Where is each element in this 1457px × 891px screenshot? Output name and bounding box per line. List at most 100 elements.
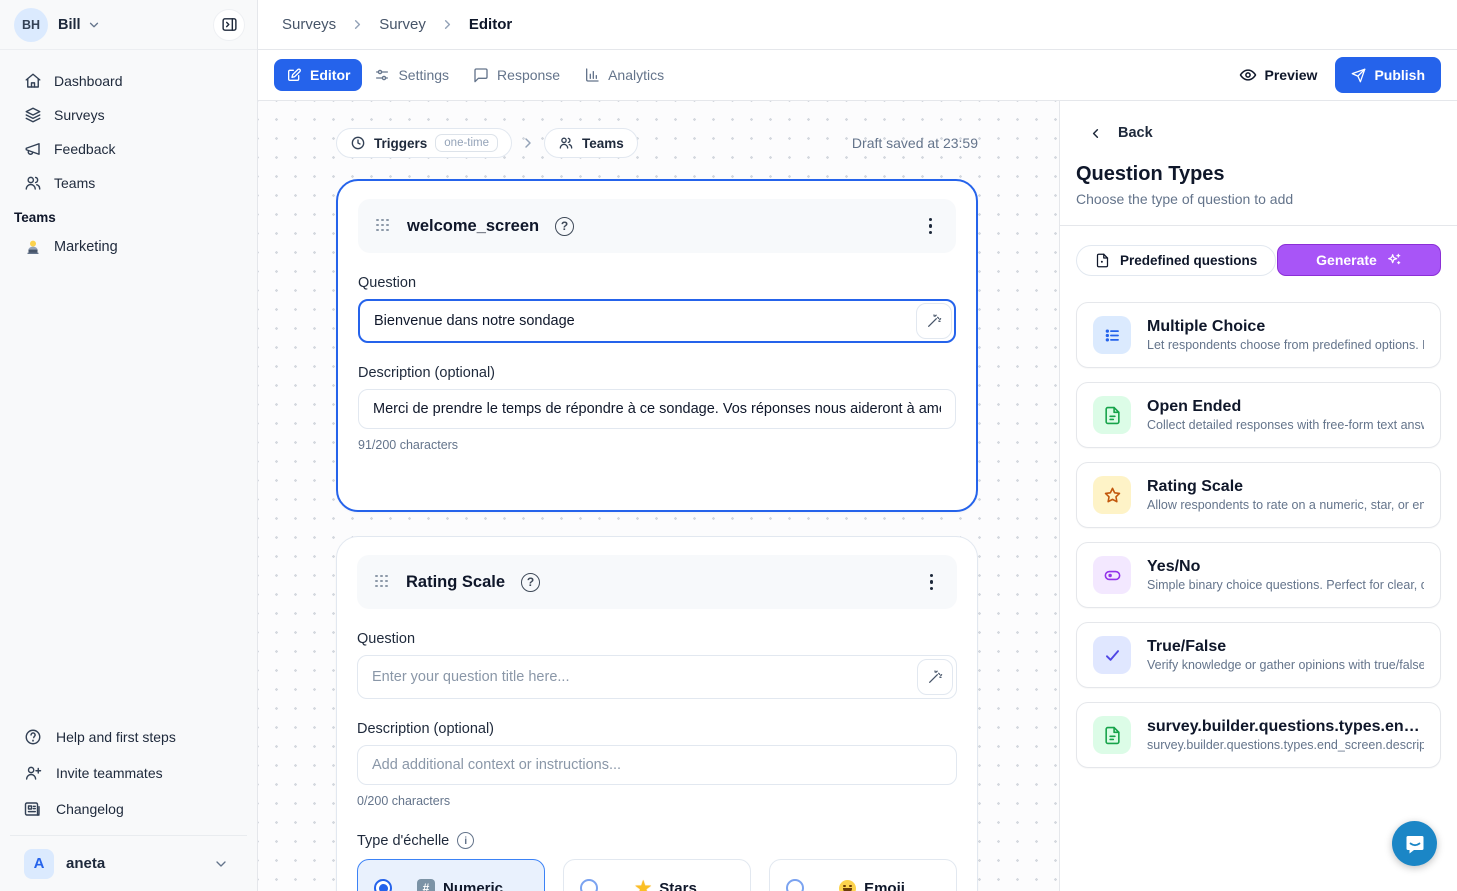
teams-chip[interactable]: Teams (544, 128, 638, 158)
tab-label: Analytics (608, 67, 664, 83)
sparkles-icon (1386, 252, 1402, 268)
technologist-emoji-icon (24, 238, 42, 256)
type-card-rating-scale[interactable]: Rating Scale Allow respondents to rate o… (1076, 462, 1441, 528)
drag-handle-icon[interactable] (375, 575, 390, 590)
help-circle-icon[interactable]: ? (555, 217, 574, 236)
question-types-panel: Back Question Types Choose the type of q… (1059, 101, 1457, 891)
sidebar-item-invite[interactable]: Invite teammates (10, 755, 247, 791)
workspace-avatar[interactable]: BH (14, 8, 48, 42)
main-area: Surveys Survey Editor Editor Settings Re… (258, 0, 1457, 891)
user-plus-icon (24, 764, 42, 782)
scale-option-label: Emoji (864, 880, 905, 891)
description-label: Description (optional) (358, 365, 956, 381)
sidebar-header: BH Bill (0, 0, 257, 50)
question-label: Question (358, 275, 956, 291)
check-icon (1093, 636, 1131, 674)
drag-handle-icon[interactable] (376, 219, 391, 234)
scale-option-emoji[interactable]: Emoji (769, 859, 957, 891)
sidebar-item-surveys[interactable]: Surveys (10, 98, 247, 132)
breadcrumb: Surveys Survey Editor (258, 0, 1457, 50)
sidebar-nav: Dashboard Surveys Feedback Teams (0, 50, 257, 200)
triggers-chip[interactable]: Triggers one-time (336, 128, 512, 158)
info-icon[interactable]: i (457, 832, 474, 849)
type-card-end-screen[interactable]: survey.builder.questions.types.end_scr..… (1076, 702, 1441, 768)
type-title: True/False (1147, 638, 1424, 656)
scale-option-label: Numeric (443, 880, 503, 891)
tab-label: Settings (398, 67, 449, 83)
sidebar-item-teams[interactable]: Teams (10, 166, 247, 200)
sidebar-item-feedback[interactable]: Feedback (10, 132, 247, 166)
panel-subtitle: Choose the type of question to add (1076, 191, 1441, 207)
breadcrumb-surveys[interactable]: Surveys (282, 16, 336, 33)
radio-unselected (580, 879, 598, 891)
magic-wand-button[interactable] (917, 659, 953, 695)
breadcrumb-survey[interactable]: Survey (379, 16, 426, 33)
type-description: Simple binary choice questions. Perfect … (1147, 578, 1424, 592)
generate-button[interactable]: Generate (1277, 244, 1441, 276)
type-title: Open Ended (1147, 398, 1424, 416)
type-card-open-ended[interactable]: Open Ended Collect detailed responses wi… (1076, 382, 1441, 448)
back-button[interactable]: Back (1076, 125, 1441, 141)
question-card-rating-scale[interactable]: Rating Scale ? Question Description (opt… (336, 536, 978, 891)
description-label: Description (optional) (357, 721, 957, 737)
description-input[interactable] (357, 745, 957, 785)
chevron-right-icon (520, 135, 536, 151)
type-card-true-false[interactable]: True/False Verify knowledge or gather op… (1076, 622, 1441, 688)
workspace-name[interactable]: Bill (58, 17, 81, 33)
tab-settings[interactable]: Settings (362, 59, 461, 91)
type-card-multiple-choice[interactable]: Multiple Choice Let respondents choose f… (1076, 302, 1441, 368)
sidebar-footer: Help and first steps Invite teammates Ch… (0, 713, 257, 891)
teams-chip-label: Teams (582, 136, 624, 151)
kebab-menu-icon[interactable] (924, 568, 939, 596)
sidebar-item-label: Teams (54, 175, 95, 191)
chat-widget-button[interactable] (1392, 821, 1437, 866)
scale-type-label: Type d'échelle (357, 833, 449, 849)
scale-option-stars[interactable]: ★ Stars (563, 859, 751, 891)
question-title-input[interactable] (358, 299, 956, 343)
sidebar-item-help[interactable]: Help and first steps (10, 719, 247, 755)
question-card-welcome-screen[interactable]: welcome_screen ? Question Description (o… (336, 179, 978, 512)
users-icon (24, 174, 42, 192)
preview-button[interactable]: Preview (1239, 66, 1318, 84)
panel-title: Question Types (1076, 163, 1441, 186)
type-description: Let respondents choose from predefined o… (1147, 338, 1424, 352)
question-card-title: Rating Scale (406, 573, 505, 592)
publish-button[interactable]: Publish (1335, 57, 1441, 93)
newspaper-icon (24, 800, 42, 818)
chevron-down-icon[interactable] (87, 18, 101, 32)
tab-editor[interactable]: Editor (274, 59, 362, 91)
scale-type-options: # Numeric ★ Stars (357, 859, 957, 891)
sliders-icon (374, 67, 390, 83)
sidebar-item-label: Invite teammates (56, 765, 163, 781)
sidebar-item-label: Dashboard (54, 73, 123, 89)
help-circle-icon[interactable]: ? (521, 573, 540, 592)
sidebar-item-changelog[interactable]: Changelog (10, 791, 247, 827)
kebab-menu-icon[interactable] (923, 212, 938, 240)
tab-label: Editor (310, 67, 350, 83)
hash-keycap-icon: # (417, 879, 435, 891)
scale-option-label: Stars (659, 880, 697, 891)
type-title: Multiple Choice (1147, 318, 1424, 336)
help-circle-icon (24, 728, 42, 746)
sidebar-item-dashboard[interactable]: Dashboard (10, 64, 247, 98)
type-description: Allow respondents to rate on a numeric, … (1147, 498, 1424, 512)
magic-wand-button[interactable] (916, 303, 952, 339)
question-title-input[interactable] (357, 655, 957, 699)
scale-option-numeric[interactable]: # Numeric (357, 859, 545, 891)
sidebar-item-marketing[interactable]: Marketing (0, 229, 257, 265)
tab-analytics[interactable]: Analytics (572, 59, 676, 91)
account-menu[interactable]: A aneta (10, 835, 247, 891)
description-input[interactable] (358, 389, 956, 429)
sidebar-collapse-button[interactable] (213, 9, 245, 41)
predefined-questions-button[interactable]: Predefined questions (1076, 245, 1276, 276)
type-title: Yes/No (1147, 558, 1424, 576)
question-type-list: Multiple Choice Let respondents choose f… (1076, 302, 1441, 768)
type-description: Verify knowledge or gather opinions with… (1147, 658, 1424, 672)
account-avatar: A (24, 849, 54, 879)
type-card-yes-no[interactable]: Yes/No Simple binary choice questions. P… (1076, 542, 1441, 608)
back-label: Back (1118, 125, 1153, 141)
sidebar-item-label: Help and first steps (56, 729, 176, 745)
draft-status: Draft saved at 23:59 (852, 135, 978, 151)
home-icon (24, 72, 42, 90)
tab-response[interactable]: Response (461, 59, 572, 91)
